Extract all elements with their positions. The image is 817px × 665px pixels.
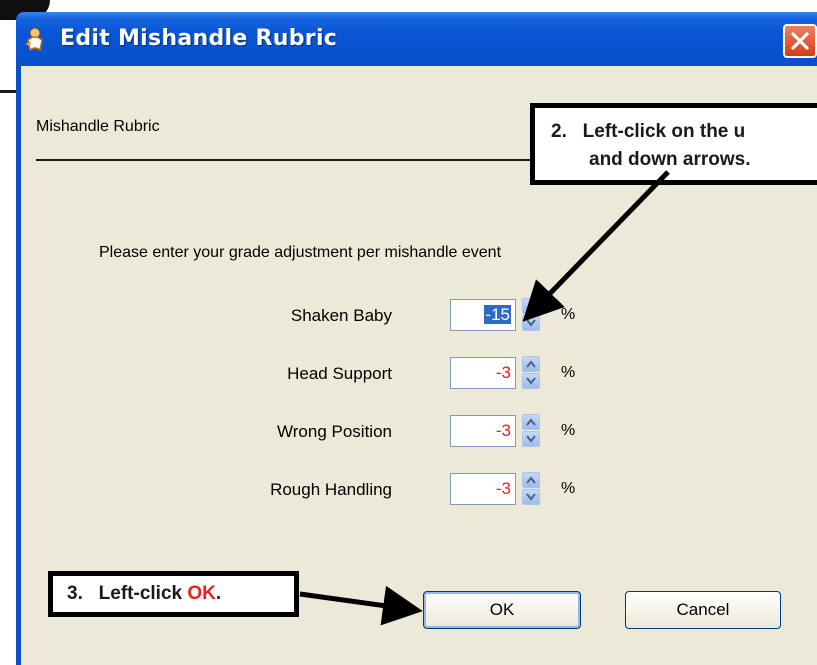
arrow-to-spinner (522, 170, 670, 322)
annotation-arrows (299, 170, 670, 626)
arrow-to-ok-button (299, 585, 423, 626)
